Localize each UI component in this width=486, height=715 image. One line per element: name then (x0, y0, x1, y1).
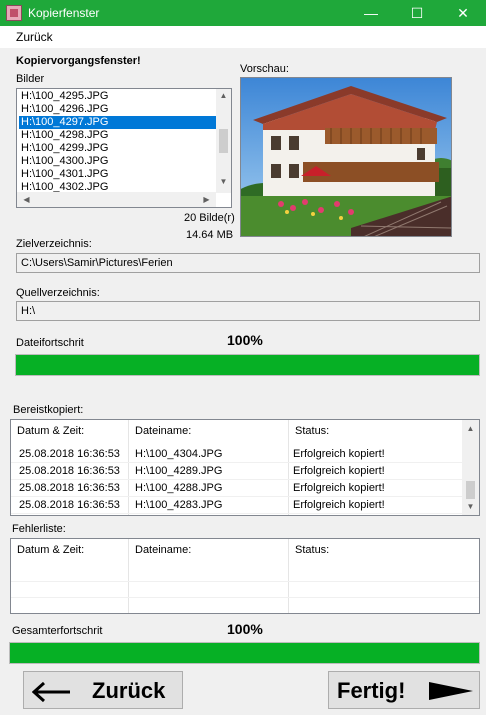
app-icon (6, 5, 22, 21)
finish-button-label: Fertig! (337, 678, 406, 703)
page-title: Kopiervorgangsfenster! (16, 55, 141, 67)
close-button[interactable]: ✕ (440, 0, 486, 26)
image-list-item[interactable]: H:\100_4299.JPG (19, 142, 217, 155)
cell-filename: H:\100_4288.JPG (135, 482, 223, 494)
source-dir-label: Quellverzeichnis: (16, 287, 100, 299)
table-row[interactable]: 25.08.2018 16:36:53 H:\100_4289.JPG Erfolg… (11, 463, 463, 480)
back-button-label: Zurück (92, 678, 166, 703)
images-label: Bilder (16, 73, 45, 85)
cell-status: Erfolgreich kopiert! (293, 448, 385, 460)
image-list-item[interactable]: H:\100_4298.JPG (19, 129, 217, 142)
copied-col-status[interactable]: Status: (289, 420, 459, 444)
finish-button[interactable]: Fertig! (328, 671, 480, 709)
cell-status: Erfolgreich kopiert! (293, 499, 385, 511)
copied-col-datetime[interactable]: Datum & Zeit: (11, 420, 129, 444)
cell-datetime: 25.08.2018 16:36:53 (19, 448, 120, 460)
total-progress-fill (10, 643, 479, 663)
cell-status: Erfolgreich kopiert! (293, 482, 385, 494)
scroll-up-icon[interactable]: ▲ (216, 91, 231, 100)
target-dir-label: Zielverzeichnis: (16, 238, 92, 250)
table-row[interactable]: 25.08.2018 16:36:53 H:\100_4283.JPG Erfolg… (11, 497, 463, 514)
table-row[interactable]: 25.08.2018 16:36:53 H:\100_4304.JPG Erfolg… (11, 446, 463, 463)
listbox-vscroll-thumb[interactable] (219, 129, 228, 153)
file-progress-bar (15, 354, 480, 376)
image-list-item[interactable]: H:\100_4297.JPG (19, 116, 217, 129)
arrow-left-icon (32, 681, 70, 703)
copied-vscroll-thumb[interactable] (466, 481, 475, 499)
cell-datetime: 25.08.2018 16:36:53 (19, 465, 120, 477)
scroll-left-icon[interactable]: ◀ (19, 195, 34, 204)
image-list-item[interactable]: H:\100_4300.JPG (19, 155, 217, 168)
listbox-hscrollbar[interactable]: ◀ ▶ (17, 192, 216, 207)
copied-listview[interactable]: Datum & Zeit: Dateiname: Status: 25.08.2… (10, 419, 480, 516)
maximize-button[interactable]: ☐ (394, 0, 440, 26)
file-progress-fill (16, 355, 479, 375)
copied-label: Bereistkopiert: (13, 404, 84, 416)
total-progress-bar (9, 642, 480, 664)
errors-col-datetime[interactable]: Datum & Zeit: (11, 539, 129, 563)
image-size: 14.64 MB (186, 229, 234, 241)
errors-col-filename[interactable]: Dateiname: (129, 539, 289, 563)
preview-image (240, 77, 452, 237)
image-count: 20 Bilde(r) (184, 212, 235, 224)
back-button[interactable]: Zurück (23, 671, 183, 709)
source-dir-field[interactable]: H:\ (16, 301, 480, 321)
file-progress-label: Dateifortschrit (16, 337, 84, 349)
window-title: Kopierfenster (28, 6, 100, 20)
total-progress-label: Gesamterfortschrit (12, 625, 103, 637)
errors-col-status[interactable]: Status: (289, 539, 479, 563)
arrow-right-icon (429, 682, 473, 700)
menu-back[interactable]: Zurück (16, 30, 53, 44)
minimize-button[interactable]: — (348, 0, 394, 26)
cell-datetime: 25.08.2018 16:36:53 (19, 482, 120, 494)
title-bar: Kopierfenster — ☐ ✕ (0, 0, 486, 26)
errors-listview[interactable]: Datum & Zeit: Dateiname: Status: (10, 538, 480, 614)
listbox-vscrollbar[interactable]: ▲ ▼ (216, 89, 231, 193)
scroll-right-icon[interactable]: ▶ (199, 195, 214, 204)
copied-col-filename[interactable]: Dateiname: (129, 420, 289, 444)
scroll-down-icon[interactable]: ▼ (216, 177, 231, 186)
scroll-up-icon[interactable]: ▲ (462, 424, 479, 433)
image-list-item[interactable]: H:\100_4301.JPG (19, 168, 217, 181)
image-list-item[interactable]: H:\100_4296.JPG (19, 103, 217, 116)
table-row[interactable]: 25.08.2018 16:36:53 H:\100_4288.JPG Erfolg… (11, 480, 463, 497)
scroll-down-icon[interactable]: ▼ (462, 502, 479, 511)
cell-status: Erfolgreich kopiert! (293, 465, 385, 477)
cell-filename: H:\100_4283.JPG (135, 499, 223, 511)
preview-label: Vorschau: (240, 63, 289, 75)
cell-filename: H:\100_4289.JPG (135, 465, 223, 477)
cell-datetime: 25.08.2018 16:36:53 (19, 499, 120, 511)
cell-filename: H:\100_4304.JPG (135, 448, 223, 460)
target-dir-field[interactable]: C:\Users\Samir\Pictures\Ferien (16, 253, 480, 273)
total-progress-percent: 100% (227, 621, 263, 637)
image-list-item[interactable]: H:\100_4295.JPG (19, 90, 217, 103)
file-progress-percent: 100% (227, 332, 263, 348)
copied-vscrollbar[interactable]: ▲ ▼ (462, 420, 479, 515)
errors-label: Fehlerliste: (12, 523, 66, 535)
images-listbox[interactable]: H:\100_4295.JPG H:\100_4296.JPG H:\100_429… (16, 88, 232, 208)
menu-bar: Zurück (0, 26, 486, 48)
